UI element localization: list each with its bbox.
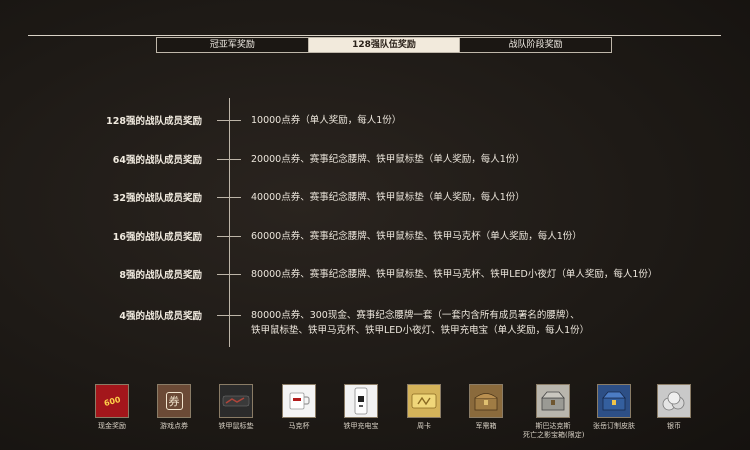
reward-tabs: 冠亚军奖励 128强队伍奖励 战队阶段奖励 bbox=[156, 37, 612, 53]
timeline-tick bbox=[217, 274, 241, 275]
reward-row-label: 16强的战队成员奖励 bbox=[112, 232, 202, 243]
reward-row-128: 128强的战队成员奖励 10000点券（单人奖励，每人1份） bbox=[0, 110, 750, 130]
timeline-tick bbox=[217, 236, 241, 237]
reward-row-32: 32强的战队成员奖励 40000点券、赛事纪念腰牌、铁甲鼠标垫（单人奖励，每人1… bbox=[0, 187, 750, 207]
reward-row-4: 4强的战队成员奖励 80000点券、300现金、赛事纪念腰牌一套（一套内含所有成… bbox=[0, 305, 750, 336]
item-caption: 游戏点券 bbox=[160, 422, 188, 430]
reward-items-strip: 600 现金奖励 券 游戏点券 铁甲鼠标垫 马克杯 铁甲充电宝 周卡 军需箱 斯… bbox=[80, 384, 700, 444]
reward-row-text: 80000点券、300现金、赛事纪念腰牌一套（一套内含所有成员署名的腰牌）、 bbox=[251, 310, 580, 321]
reward-row-text: 80000点券、赛事纪念腰牌、铁甲鼠标垫、铁甲马克杯、铁甲LED小夜灯（单人奖励… bbox=[251, 269, 658, 280]
item-spartacus-chest[interactable]: 斯巴达克斯 死亡之影宝箱(限定) bbox=[523, 384, 585, 440]
reward-row-text: 40000点券、赛事纪念腰牌、铁甲鼠标垫（单人奖励，每人1份） bbox=[251, 192, 525, 203]
item-caption: 银币 bbox=[667, 422, 681, 430]
reward-row-label: 8强的战队成员奖励 bbox=[119, 270, 202, 281]
timeline-tick bbox=[217, 315, 241, 316]
item-caption: 军需箱 bbox=[475, 422, 497, 430]
item-cash[interactable]: 600 现金奖励 bbox=[86, 384, 138, 431]
power-bank-icon bbox=[344, 384, 378, 418]
tab-top128-rewards[interactable]: 128强队伍奖励 bbox=[307, 38, 460, 52]
item-caption: 马克杯 bbox=[288, 422, 310, 430]
voucher-icon: 券 bbox=[157, 384, 191, 418]
item-caption: 斯巴达克斯 bbox=[535, 422, 571, 430]
treasure-chest-icon bbox=[536, 384, 570, 418]
timeline-tick bbox=[217, 120, 241, 121]
reward-row-text: 60000点券、赛事纪念腰牌、铁甲鼠标垫、铁甲马克杯（单人奖励，每人1份） bbox=[251, 231, 582, 242]
reward-row-text: 20000点券、赛事纪念腰牌、铁甲鼠标垫（单人奖励，每人1份） bbox=[251, 154, 525, 165]
timeline-tick bbox=[217, 197, 241, 198]
item-caption: 铁甲充电宝 bbox=[343, 422, 379, 430]
mousepad-icon bbox=[219, 384, 253, 418]
item-silver-coins[interactable]: 银币 bbox=[648, 384, 700, 431]
reward-row-label: 128强的战队成员奖励 bbox=[106, 116, 202, 127]
tab-stage-rewards[interactable]: 战队阶段奖励 bbox=[459, 38, 612, 52]
item-caption: 张岳订制皮肤 bbox=[593, 422, 635, 430]
item-caption: 铁甲鼠标垫 bbox=[218, 422, 254, 430]
tab-champion-rewards[interactable]: 冠亚军奖励 bbox=[157, 38, 308, 52]
item-voucher[interactable]: 券 游戏点券 bbox=[148, 384, 200, 431]
item-caption-line2: 死亡之影宝箱(限定) bbox=[523, 431, 585, 439]
reward-row-label: 4强的战队成员奖励 bbox=[119, 311, 202, 322]
cash-envelope-icon: 600 bbox=[95, 384, 129, 418]
item-supply-box[interactable]: 军需箱 bbox=[460, 384, 512, 431]
skin-chest-icon bbox=[597, 384, 631, 418]
week-card-icon bbox=[407, 384, 441, 418]
supply-box-icon bbox=[469, 384, 503, 418]
item-caption: 现金奖励 bbox=[98, 422, 126, 430]
reward-row-label: 64强的战队成员奖励 bbox=[112, 155, 202, 166]
timeline-tick bbox=[217, 159, 241, 160]
item-mousepad[interactable]: 铁甲鼠标垫 bbox=[210, 384, 262, 431]
reward-row-8: 8强的战队成员奖励 80000点券、赛事纪念腰牌、铁甲鼠标垫、铁甲马克杯、铁甲L… bbox=[0, 264, 750, 284]
item-power-bank[interactable]: 铁甲充电宝 bbox=[335, 384, 387, 431]
reward-row-text: 10000点券（单人奖励，每人1份） bbox=[251, 115, 402, 126]
item-caption: 周卡 bbox=[417, 422, 431, 430]
reward-row-64: 64强的战队成员奖励 20000点券、赛事纪念腰牌、铁甲鼠标垫（单人奖励，每人1… bbox=[0, 149, 750, 169]
silver-coins-icon bbox=[657, 384, 691, 418]
mug-icon bbox=[282, 384, 316, 418]
top-divider bbox=[28, 35, 721, 36]
item-week-card[interactable]: 周卡 bbox=[398, 384, 450, 431]
reward-row-text-line2: 铁甲鼠标垫、铁甲马克杯、铁甲LED小夜灯、铁甲充电宝（单人奖励，每人1份） bbox=[251, 325, 590, 336]
reward-row-label: 32强的战队成员奖励 bbox=[112, 193, 202, 204]
item-custom-skin[interactable]: 张岳订制皮肤 bbox=[588, 384, 640, 431]
item-mug[interactable]: 马克杯 bbox=[273, 384, 325, 431]
reward-row-16: 16强的战队成员奖励 60000点券、赛事纪念腰牌、铁甲鼠标垫、铁甲马克杯（单人… bbox=[0, 226, 750, 246]
